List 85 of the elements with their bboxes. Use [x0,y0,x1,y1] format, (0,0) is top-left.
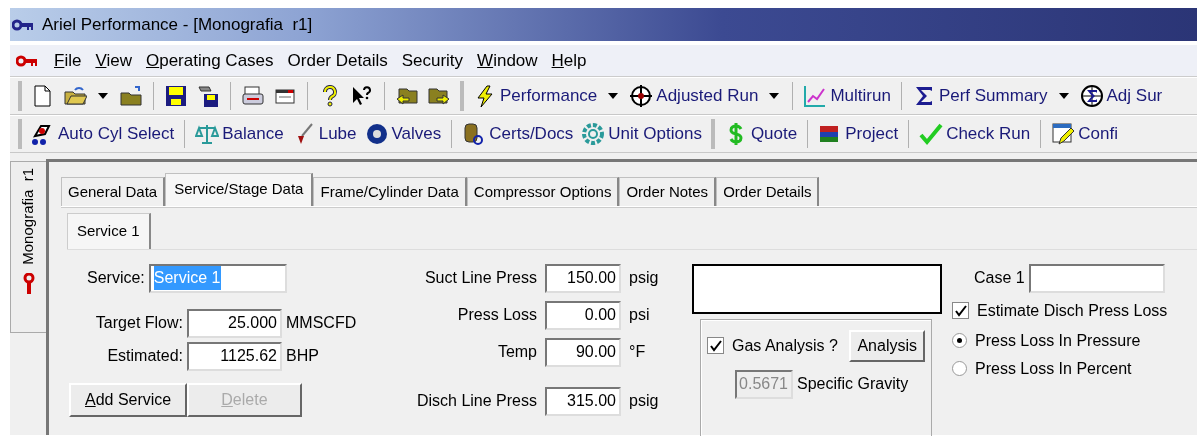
crosshair-icon [629,84,654,108]
pencil-form-icon [1051,122,1076,146]
field-label: Target Flow: [94,313,183,333]
toolbar-button[interactable]: Check Run [918,121,1032,147]
valve-ring-icon [364,122,389,146]
toolbar-button[interactable]: Multirun [802,83,892,109]
toolbar-button[interactable]: Adjusted Run [628,83,760,109]
key-icon [16,54,40,67]
checkbox[interactable] [707,337,724,354]
line-chart-icon [803,84,828,108]
key-icon [22,272,35,297]
toolbar-button[interactable]: Perf Summary [910,83,1049,109]
menu-item[interactable]: View [95,47,132,74]
number-field[interactable]: 25.000 [187,308,282,338]
unit-label: psi [629,305,650,325]
document-tab[interactable]: Monografia r1 [10,161,46,333]
radio-label: Press Loss In Pressure [975,330,1141,351]
toolbar-button[interactable]: Valves [363,121,443,147]
menu-item[interactable]: Help [551,47,587,74]
toolbar-button[interactable]: Performance [472,83,599,109]
toolbar-button[interactable]: Lube [290,121,358,147]
toolbar-button[interactable]: Auto Cyl Select [30,121,176,147]
field-label: Disch Line Press [415,391,537,411]
radio-label: Press Loss In Percent [975,358,1132,379]
unit-label: BHP [286,346,319,366]
field-label: Case 1 [974,268,1025,288]
toolbar-button[interactable]: Balance [194,121,285,147]
unit-label: MMSCFD [286,313,357,333]
sigma-globe-icon [1079,84,1104,108]
gear-icon [581,122,606,146]
tab[interactable]: Service/Stage Data [165,172,314,206]
number-field[interactable]: 1125.62 [187,341,282,371]
number-field[interactable]: 150.00 [545,263,621,293]
check-icon [919,122,944,146]
number-field[interactable]: 0.00 [545,300,621,330]
window-title: Ariel Performance - [Monografia r1] [42,13,313,36]
toolbar-button[interactable]: Adj Sur [1078,83,1164,109]
unit-label: psig [629,268,659,288]
menu-item[interactable]: Security [401,47,464,74]
tab[interactable]: Frame/Cylinder Data [313,176,467,206]
checkbox-label: Estimate Disch Press Loss [977,300,1168,321]
menu-item[interactable]: File [54,47,82,74]
radio-button[interactable] [952,361,967,376]
dropdown-caret-icon[interactable] [98,93,108,99]
dropdown-caret-icon[interactable] [1058,93,1069,99]
whats-this-icon[interactable] [350,84,374,108]
service-button[interactable]: Add Service [69,382,188,417]
tab[interactable]: Order Details [716,176,820,206]
number-field[interactable]: 90.00 [545,337,621,367]
printer-icon[interactable] [241,84,265,108]
case-field[interactable] [1028,263,1165,293]
save-icon[interactable] [164,84,188,108]
folder-icon[interactable] [119,84,143,108]
analysis-button[interactable]: Analysis [849,329,925,362]
tab[interactable]: Order Notes [619,176,717,206]
toolbar-button[interactable]: Project [817,121,900,147]
unit-label: °F [629,342,646,362]
key-icon [12,18,36,31]
field-label: Suct Line Press [423,268,537,288]
field-label: Service: [87,268,145,288]
dropdown-caret-icon[interactable] [769,93,780,99]
tab[interactable]: General Data [61,176,166,206]
toolbar-button[interactable]: Unit Options [580,121,703,147]
number-field[interactable]: 315.00 [545,386,621,416]
field-label: Estimated: [106,346,183,366]
menu-item[interactable]: Window [477,47,538,74]
field-label: Press Loss [456,305,537,325]
field-label: Specific Gravity [797,374,909,394]
checkbox-label: Gas Analysis ? [732,335,838,356]
unit-label: psig [629,391,659,411]
save-as-icon[interactable] [196,84,220,108]
field-label: Temp [496,342,537,362]
menu-item[interactable]: Operating Cases [145,47,274,74]
scales-icon [195,122,220,146]
menu-item[interactable]: Order Details [287,47,388,74]
checkbox[interactable] [952,302,969,319]
number-field: 0.5671 [735,369,793,399]
tab[interactable]: Service 1 [67,213,151,249]
toolbar-button[interactable]: Confi [1050,121,1119,147]
radio-button[interactable] [952,333,967,348]
open-folder-icon[interactable] [63,84,87,108]
tab[interactable]: Compressor Options [466,176,620,206]
toolbar-button[interactable]: Certs/Docs [461,121,575,147]
dropdown-caret-icon[interactable] [608,93,619,99]
toolbar-button[interactable]: Quote [722,121,799,147]
